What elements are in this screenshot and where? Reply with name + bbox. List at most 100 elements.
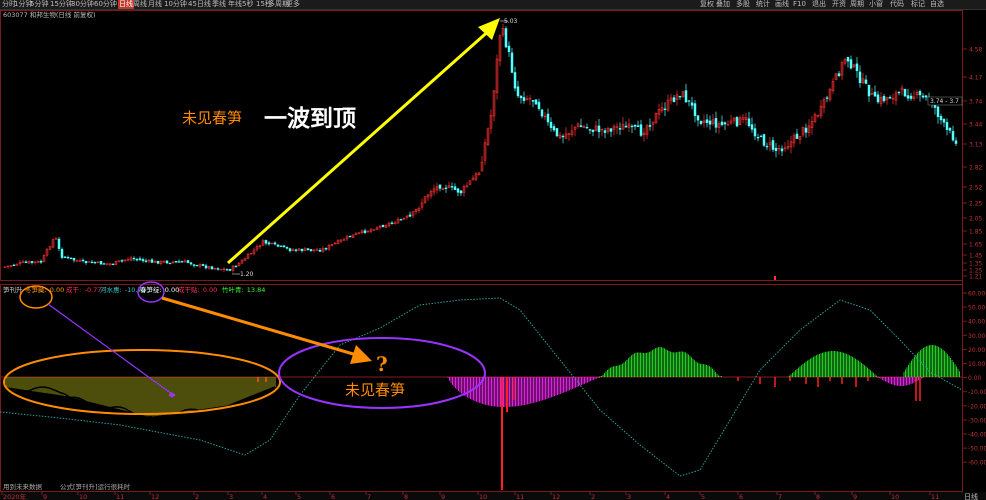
candle-body [663,108,667,110]
candle-body [864,79,868,84]
candle-body [804,127,808,133]
price-axis-label: 2.05 [969,216,983,223]
toolbar-tool[interactable]: 开资 [832,0,846,9]
toolbar-tool[interactable]: 多股 [736,0,750,9]
candle-body [63,256,67,258]
candle-body [690,102,694,106]
toolbar-tool[interactable]: 标记 [911,0,925,9]
candle-body [753,128,757,137]
toolbar-item[interactable]: 月线 [148,0,162,9]
annotation-headline-big: 一波到顶 [264,105,356,132]
price-axis-label: 1.35 [969,261,983,268]
candle-body [381,225,385,227]
indicator-axis-label: -20.00 [968,403,986,410]
candle-body [546,113,550,123]
price-axis-label: 3.13 [969,142,983,149]
toolbar-tool[interactable]: F10 [793,0,806,9]
toolbar-item[interactable]: 45日线 [188,0,211,9]
toolbar-tool[interactable]: 画线 [775,0,789,9]
candle-body [948,127,952,131]
toolbar-item[interactable]: 30分钟 [71,0,94,9]
candle-body [531,100,535,102]
candle-body [924,95,928,98]
date-axis-label: 9 [853,493,857,500]
candle-body [624,125,628,128]
candle-body [945,122,949,130]
indicator-field: 成干: [66,285,81,294]
candle-body [168,262,172,265]
toolbar-item[interactable]: 10分钟 [164,0,187,9]
date-axis-label: 3 [229,493,233,500]
candle-body [225,269,229,271]
date-axis-label: 5 [701,493,705,500]
toolbar-tool[interactable]: 代码 [890,0,904,9]
toolbar-item[interactable]: 5秒 [242,0,253,9]
candle-body [174,260,178,263]
toolbar-item[interactable]: 15分钟 [50,0,73,9]
toolbar-tool[interactable]: 统计 [756,0,770,9]
candle-body [306,248,310,250]
toolbar-item[interactable]: 年线 [228,0,242,9]
toolbar-tool[interactable]: 复权 [700,0,714,9]
toolbar-item[interactable]: 季线 [212,0,226,9]
indicator-field-value: 0.00 [203,286,217,294]
candle-body [141,259,145,262]
toolbar-item[interactable]: 周线 [133,0,147,9]
candle-body [888,96,892,99]
bottom-right-period[interactable]: 日线 [964,492,978,500]
candle-body [693,103,697,117]
candle-body [906,95,910,99]
stock-chart[interactable]: 603077 和邦生物(日线 前复权) 4.58 4.17 3.74 3.44 3.13… [0,0,986,500]
toolbar-tool[interactable]: 叠加 [716,0,730,9]
candle-body [672,97,676,103]
candle-body [444,187,448,189]
toolbar-tool[interactable]: 小窗 [869,0,883,9]
candle-body [720,121,724,126]
date-axis-label: 5 [297,493,301,500]
candle-body [390,222,394,224]
toolbar-tool[interactable]: 自选 [930,0,944,9]
candle-body [588,129,592,131]
candle-body [903,89,907,97]
candle-body [603,130,607,133]
candle-body [195,264,199,267]
toolbar-item[interactable]: 更多 [286,0,300,9]
candle-body [954,140,958,144]
price-axis-label: 2.82 [969,165,983,172]
candle-body [210,266,214,270]
price-axis-label: 4.17 [969,75,983,82]
candle-body [708,120,712,125]
candle-body [300,248,304,252]
candle-body [66,256,70,259]
indicator-axis-label: -30.00 [968,417,986,424]
date-axis-label: 8 [816,493,820,500]
toolbar-item[interactable]: 5分钟 [30,0,48,9]
date-axis-label: 11 [516,493,524,500]
price-axis-label: 1.85 [969,229,983,236]
candle-body [687,100,691,102]
candle-body [936,106,940,117]
indicator-field: 河水惠: [100,285,122,294]
candle-body [99,261,103,265]
candle-body [453,186,457,190]
indicator-footer: 用到未来数据 公式[笋刊升]运行很耗时 [3,482,131,491]
indicator-field: 春笋绽: [140,285,162,294]
candle-body [699,121,703,124]
candle-body [882,96,886,102]
toolbar-tool[interactable]: 退出 [812,0,826,9]
toolbar-item[interactable]: 日线 [118,0,134,9]
candle-body [264,240,268,244]
candle-body [324,248,328,250]
candle-body [714,118,718,128]
toolbar-tool[interactable]: 周期 [850,0,864,9]
candle-body [12,264,16,267]
candle-body [909,95,913,99]
annotation-bubble-text: 未见春笋 [345,381,405,399]
price-axis-label: 3.74 [969,99,983,106]
candle-body [519,95,523,99]
date-axis-label: 2020年 [3,492,27,500]
toolbar-item[interactable]: 60分钟 [94,0,117,9]
date-axis-label: 12 [552,493,560,500]
indicator-axis-label: 40.00 [968,319,985,326]
price-axis-label: 4.58 [969,47,983,54]
